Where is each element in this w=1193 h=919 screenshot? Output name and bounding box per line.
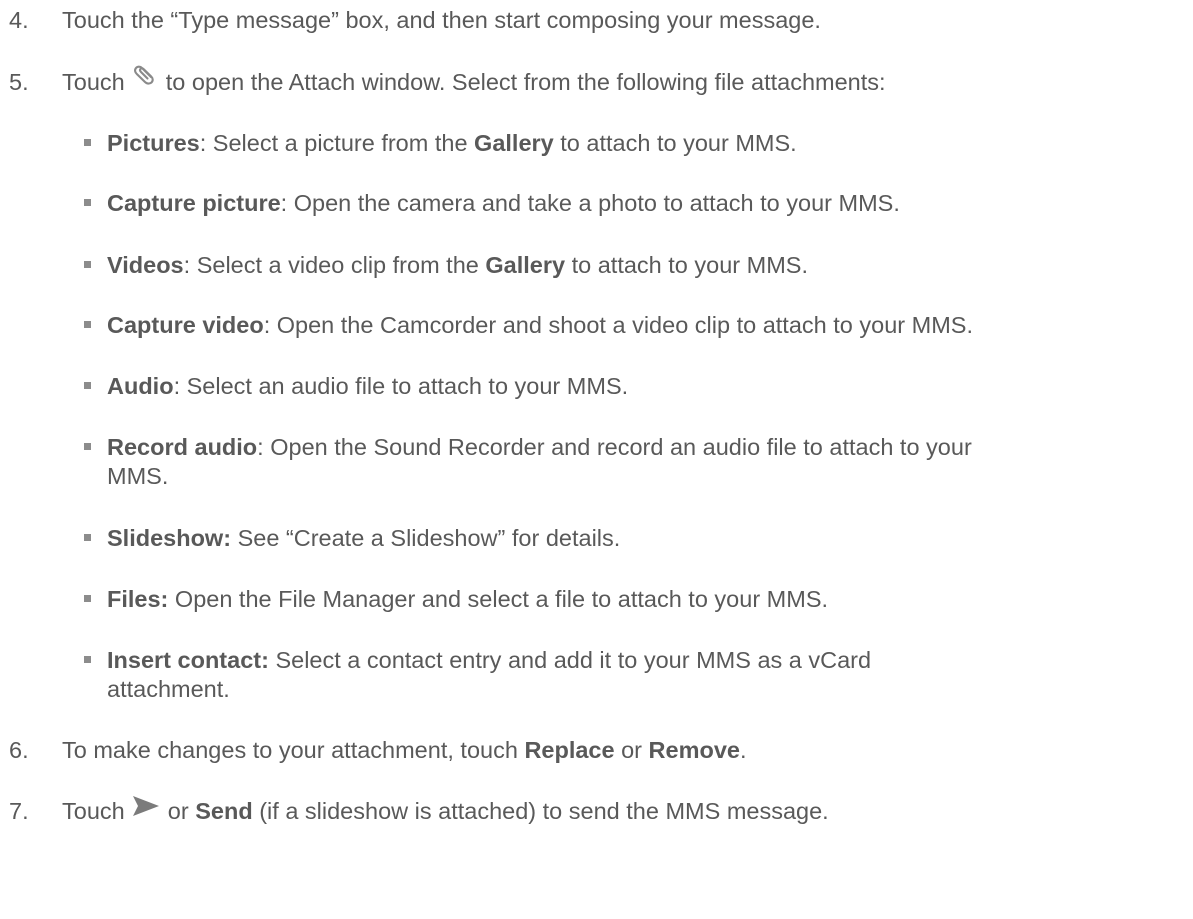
- remove-label: Remove: [648, 737, 740, 763]
- paperclip-icon: [131, 60, 159, 94]
- item-text: : Select an audio file to attach to your…: [173, 373, 629, 399]
- step-text-pre: Touch: [62, 798, 125, 824]
- item-text: to attach to your MMS.: [565, 252, 809, 278]
- send-label: Send: [195, 798, 253, 824]
- step-text: Touch or Send (if a slideshow is attache…: [62, 794, 829, 825]
- replace-label: Replace: [524, 737, 615, 763]
- item-bold: Gallery: [485, 252, 566, 278]
- item-label: Videos: [107, 252, 184, 278]
- item-label: Capture picture: [107, 190, 281, 216]
- step-text: Touch the “Type message” box, and then s…: [62, 7, 821, 33]
- item-label: Insert contact:: [107, 647, 269, 673]
- item-text: to attach to your MMS.: [553, 130, 797, 156]
- bullet-marker: [84, 261, 91, 268]
- step-text-pre: Touch: [62, 69, 125, 95]
- item-text: See “Create a Slideshow” for details.: [231, 525, 621, 551]
- item-label: Record audio: [107, 434, 258, 460]
- bullet-marker: [84, 139, 91, 146]
- item-text: : Open the Camcorder and shoot a video c…: [263, 312, 973, 338]
- step-text-post: (if a slideshow is attached) to send the…: [252, 798, 829, 824]
- step-number: 6.: [9, 737, 29, 763]
- step-text-mid: or: [614, 737, 649, 763]
- item-text: : Select a picture from the: [199, 130, 475, 156]
- step-text: Touch to open the Attach window. Select …: [62, 65, 886, 96]
- item-text: : Select a video clip from the: [183, 252, 486, 278]
- bullet-marker: [84, 534, 91, 541]
- item-text: Open the File Manager and select a file …: [168, 586, 829, 612]
- bullet-marker: [84, 382, 91, 389]
- step-text-post: .: [739, 737, 747, 763]
- bullet-marker: [84, 595, 91, 602]
- item-label: Slideshow:: [107, 525, 232, 551]
- item-text: MMS.: [107, 463, 169, 489]
- step-text: To make changes to your attachment, touc…: [62, 736, 747, 764]
- bullet-marker: [84, 443, 91, 450]
- step-text-pre: To make changes to your attachment, touc…: [62, 737, 525, 763]
- step-number: 4.: [9, 7, 29, 33]
- send-arrow-icon: [131, 794, 161, 824]
- step-text-mid: or: [167, 798, 196, 824]
- bullet-marker: [84, 321, 91, 328]
- step-text-post: to open the Attach window. Select from t…: [165, 69, 886, 95]
- step-number: 5.: [9, 69, 29, 95]
- item-label: Pictures: [107, 130, 200, 156]
- item-text: attachment.: [107, 676, 230, 702]
- item-label: Audio: [107, 373, 174, 399]
- item-label: Files:: [107, 586, 169, 612]
- item-text: : Open the Sound Recorder and record an …: [257, 434, 972, 460]
- bullet-marker: [84, 656, 91, 663]
- step-number: 7.: [9, 798, 29, 824]
- item-text: : Open the camera and take a photo to at…: [280, 190, 900, 216]
- item-bold: Gallery: [474, 130, 554, 156]
- item-label: Capture video: [107, 312, 264, 338]
- bullet-marker: [84, 199, 91, 206]
- item-text: Select a contact entry and add it to you…: [268, 647, 872, 673]
